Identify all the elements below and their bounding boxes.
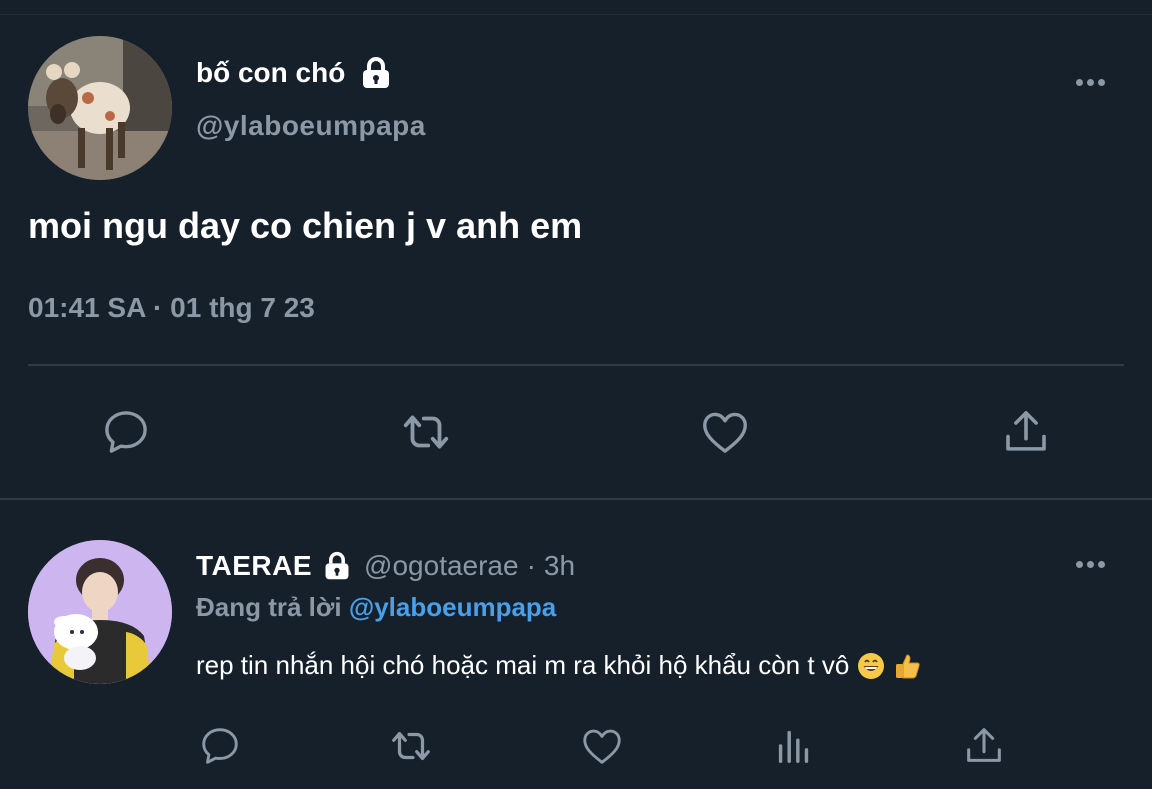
dog-photo-icon (28, 36, 172, 180)
reply-header: TAERAE @ogotaerae · 3h (196, 550, 575, 582)
handle[interactable]: @ylaboeumpapa (196, 110, 426, 142)
replying-mention[interactable]: @ylaboeumpapa (349, 592, 556, 622)
like-button[interactable] (697, 404, 753, 460)
reply-retweet-button[interactable] (384, 722, 438, 770)
tweet-time: 01:41 SA (28, 292, 146, 323)
reply-reply-button[interactable] (196, 722, 244, 770)
display-name[interactable]: bố con chó (196, 56, 393, 90)
tweet-timestamp[interactable]: 01:41 SA · 01 thg 7 23 (28, 292, 315, 324)
share-icon (967, 728, 1001, 762)
reply-like-button[interactable] (578, 722, 626, 770)
reply-icon (105, 411, 147, 453)
grinning-face-icon (858, 652, 885, 679)
reply-separator: · (526, 550, 536, 581)
top-border (0, 14, 1152, 15)
display-name-text: bố con chó (196, 57, 346, 88)
reply-icon (202, 728, 238, 764)
analytics-icon (778, 730, 809, 764)
divider (0, 498, 1152, 500)
meta-separator: · (153, 292, 163, 323)
share-button[interactable] (998, 404, 1054, 460)
divider (28, 364, 1124, 366)
reply-analytics-button[interactable] (770, 722, 818, 770)
share-icon (1006, 411, 1046, 451)
retweet-button[interactable] (394, 404, 458, 460)
thumbs-up-icon (896, 653, 921, 678)
reply-text-body: rep tin nhắn hội chó hoặc mai m ra khỏi … (196, 650, 850, 680)
like-icon (703, 412, 747, 453)
reply-share-button[interactable] (960, 722, 1008, 770)
replying-to: Đang trả lời @ylaboeumpapa (196, 592, 556, 623)
tweet-text: moi ngu day co chien j v anh em (28, 205, 583, 246)
replying-label: Đang trả lời (196, 592, 342, 622)
reply-avatar[interactable] (28, 540, 172, 684)
more-options-icon[interactable] (1076, 79, 1105, 86)
like-icon (583, 729, 621, 764)
avatar[interactable] (28, 36, 172, 180)
reply-display-name[interactable]: TAERAE (196, 550, 312, 582)
reply-more-options-icon[interactable] (1076, 561, 1105, 568)
reply-text: rep tin nhắn hội chó hoặc mai m ra khỏi … (196, 650, 923, 681)
person-with-plush-photo-icon (28, 540, 172, 684)
reply-button[interactable] (98, 404, 154, 460)
reply-handle[interactable]: @ogotaerae (364, 550, 519, 582)
retweet-icon (403, 415, 449, 449)
lock-icon (325, 551, 349, 580)
retweet-icon (392, 731, 430, 761)
lock-icon (363, 57, 390, 88)
reply-time[interactable]: 3h (544, 550, 575, 582)
tweet-date: 01 thg 7 23 (170, 292, 315, 323)
